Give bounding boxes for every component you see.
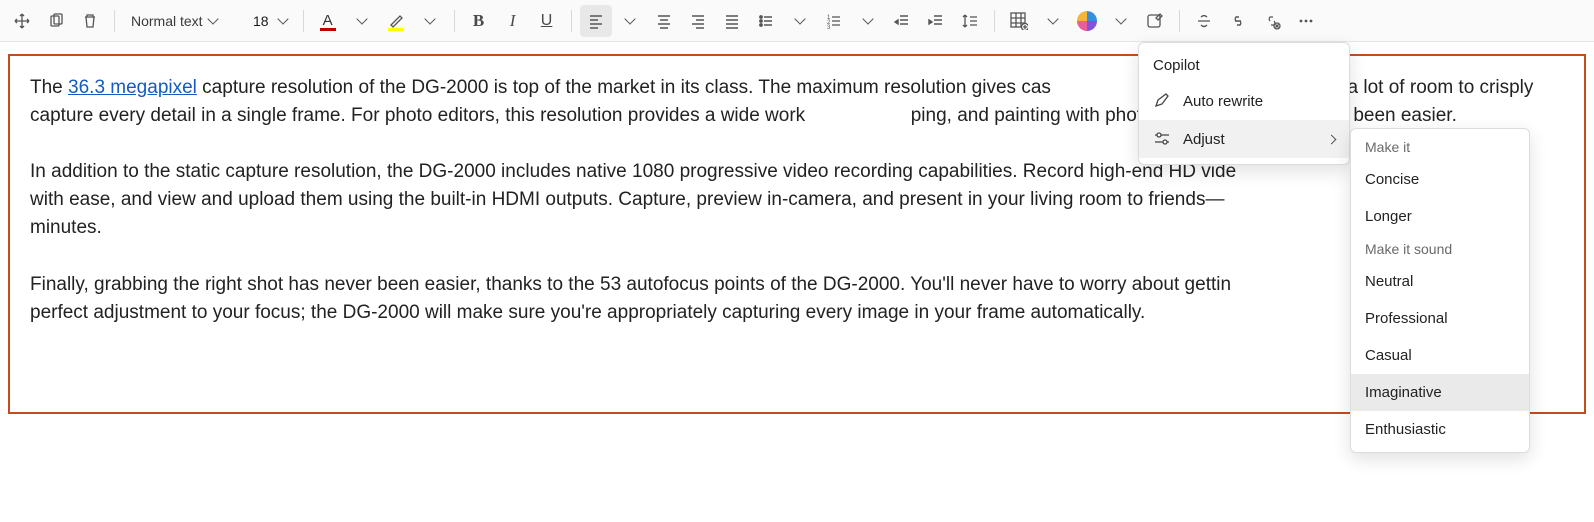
- separator: [1179, 10, 1180, 32]
- numbered-list-button[interactable]: 123: [818, 5, 850, 37]
- italic-button[interactable]: I: [497, 5, 529, 37]
- menu-item-label: Auto rewrite: [1183, 93, 1263, 110]
- text-style-label: Normal text: [131, 13, 203, 29]
- chevron-down-icon: [862, 13, 873, 24]
- separator: [571, 10, 572, 32]
- separator: [303, 10, 304, 32]
- insert-table-dropdown[interactable]: [1037, 5, 1069, 37]
- adjust-imaginative[interactable]: Imaginative: [1351, 374, 1529, 411]
- chevron-down-icon: [794, 13, 805, 24]
- more-options-button[interactable]: [1290, 5, 1322, 37]
- copilot-menu: Copilot Auto rewrite Adjust: [1138, 42, 1350, 165]
- auto-rewrite-item[interactable]: Auto rewrite: [1139, 82, 1349, 120]
- bold-button[interactable]: B: [463, 5, 495, 37]
- text-style-select[interactable]: Normal text: [123, 5, 243, 37]
- adjust-enthusiastic[interactable]: Enthusiastic: [1351, 411, 1529, 448]
- adjust-professional[interactable]: Professional: [1351, 300, 1529, 337]
- align-center-button[interactable]: [648, 5, 680, 37]
- bullet-list-dropdown[interactable]: [784, 5, 816, 37]
- strikethrough-button[interactable]: [1188, 5, 1220, 37]
- separator: [994, 10, 995, 32]
- submenu-header: Make it: [1351, 133, 1529, 161]
- font-size-value: 18: [253, 13, 269, 29]
- highlight-color-button[interactable]: [380, 5, 412, 37]
- submenu-header: Make it sound: [1351, 235, 1529, 263]
- adjust-longer[interactable]: Longer: [1351, 198, 1529, 235]
- clear-formatting-button[interactable]: [1256, 5, 1288, 37]
- underline-button[interactable]: U: [531, 5, 563, 37]
- delete-icon[interactable]: [74, 5, 106, 37]
- chevron-down-icon: [1115, 13, 1126, 24]
- separator: [114, 10, 115, 32]
- copilot-button[interactable]: [1071, 5, 1103, 37]
- link-button[interactable]: [1222, 5, 1254, 37]
- highlight-color-swatch: [388, 28, 404, 31]
- line-spacing-button[interactable]: [954, 5, 986, 37]
- megapixel-link[interactable]: 36.3 megapixel: [68, 77, 197, 98]
- copy-icon[interactable]: [40, 5, 72, 37]
- font-color-swatch: [320, 28, 336, 31]
- insert-table-button[interactable]: [1003, 5, 1035, 37]
- align-justify-button[interactable]: [716, 5, 748, 37]
- adjust-neutral[interactable]: Neutral: [1351, 263, 1529, 300]
- adjust-item[interactable]: Adjust: [1139, 120, 1349, 158]
- separator: [454, 10, 455, 32]
- chevron-down-icon: [624, 13, 635, 24]
- font-color-dropdown[interactable]: [346, 5, 378, 37]
- bullet-list-button[interactable]: [750, 5, 782, 37]
- adjust-concise[interactable]: Concise: [1351, 161, 1529, 198]
- copilot-icon: [1077, 11, 1097, 31]
- sliders-icon: [1153, 130, 1171, 148]
- numbered-list-dropdown[interactable]: [852, 5, 884, 37]
- chevron-right-icon: [1327, 134, 1337, 144]
- chevron-down-icon: [356, 13, 367, 24]
- font-size-select[interactable]: 18: [245, 5, 295, 37]
- menu-item-label: Adjust: [1183, 131, 1225, 148]
- highlight-color-dropdown[interactable]: [414, 5, 446, 37]
- adjust-casual[interactable]: Casual: [1351, 337, 1529, 374]
- paragraph[interactable]: In addition to the static capture resolu…: [30, 158, 1564, 242]
- copilot-dropdown[interactable]: [1105, 5, 1137, 37]
- align-right-button[interactable]: [682, 5, 714, 37]
- rewrite-button[interactable]: [1139, 5, 1171, 37]
- adjust-submenu: Make it Concise Longer Make it sound Neu…: [1350, 128, 1530, 453]
- font-color-button[interactable]: A: [312, 5, 344, 37]
- align-dropdown[interactable]: [614, 5, 646, 37]
- chevron-down-icon: [207, 13, 218, 24]
- decrease-indent-button[interactable]: [886, 5, 918, 37]
- move-icon[interactable]: [6, 5, 38, 37]
- paragraph[interactable]: Finally, grabbing the right shot has nev…: [30, 271, 1564, 327]
- chevron-down-icon: [424, 13, 435, 24]
- align-left-button[interactable]: [580, 5, 612, 37]
- svg-text:3: 3: [827, 25, 831, 29]
- chevron-down-icon: [277, 13, 288, 24]
- formatting-toolbar: Normal text 18 A B I U 123: [0, 0, 1594, 42]
- increase-indent-button[interactable]: [920, 5, 952, 37]
- copilot-menu-title: Copilot: [1139, 49, 1349, 82]
- pen-icon: [1153, 92, 1171, 110]
- chevron-down-icon: [1047, 13, 1058, 24]
